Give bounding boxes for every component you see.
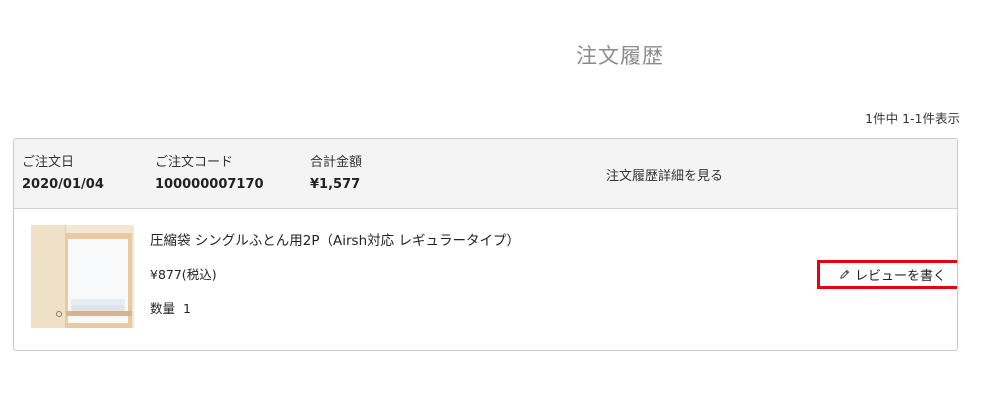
order-card: ご注文日 2020/01/04 ご注文コード 100000007170 合計金額…	[13, 138, 958, 351]
product-quantity: 数量 1	[150, 298, 191, 317]
order-code-label: ご注文コード	[155, 155, 234, 170]
product-image[interactable]	[31, 225, 134, 328]
order-date: ご注文日 2020/01/04	[22, 151, 104, 192]
order-total-label: 合計金額	[310, 155, 363, 170]
write-review-button[interactable]: レビューを書く	[817, 260, 957, 289]
quantity-value: 1	[183, 301, 191, 316]
quantity-label: 数量	[150, 301, 176, 316]
product-name[interactable]: 圧縮袋 シングルふとん用2P（Airsh対応 レギュラータイプ）	[150, 229, 520, 249]
order-total-value: ¥1,577	[310, 177, 361, 192]
order-total: 合計金額 ¥1,577	[310, 151, 362, 192]
order-date-label: ご注文日	[22, 155, 75, 170]
order-item: 圧縮袋 シングルふとん用2P（Airsh対応 レギュラータイプ） ¥877(税込…	[14, 209, 957, 350]
product-price: ¥877(税込)	[150, 267, 217, 282]
order-code-value: 100000007170	[155, 177, 264, 192]
pencil-icon	[839, 269, 850, 280]
write-review-label: レビューを書く	[854, 269, 946, 284]
order-code: ご注文コード 100000007170	[155, 151, 264, 192]
order-header: ご注文日 2020/01/04 ご注文コード 100000007170 合計金額…	[14, 139, 957, 209]
result-count: 1件中 1-1件表示	[865, 111, 960, 126]
page-title: 注文履歴	[576, 44, 664, 68]
order-date-value: 2020/01/04	[22, 177, 104, 192]
order-detail-link[interactable]: 注文履歴詳細を見る	[606, 165, 723, 184]
